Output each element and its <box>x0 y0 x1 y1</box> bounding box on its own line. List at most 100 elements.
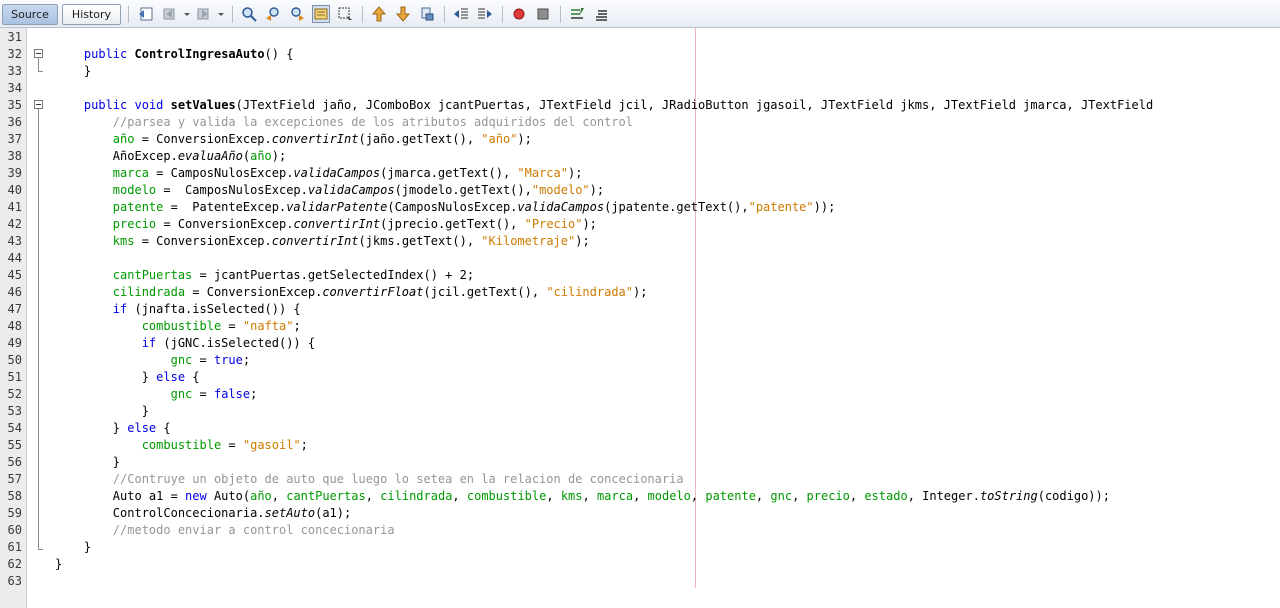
tab-source[interactable]: Source <box>2 4 58 25</box>
line-number: 42 <box>7 217 22 231</box>
code-token: ); <box>271 149 287 163</box>
find-next-icon[interactable] <box>289 6 305 22</box>
code-token: patente <box>705 489 756 503</box>
code-line[interactable]: 40 modelo = CamposNulosExcep.validaCampo… <box>0 182 1280 199</box>
code-line[interactable]: 48 combustible = "nafta"; <box>0 318 1280 335</box>
code-line[interactable]: 39 marca = CamposNulosExcep.validaCampos… <box>0 165 1280 182</box>
code-token: //Contruye un objeto de auto que luego l… <box>112 472 684 486</box>
code-line[interactable]: 33 } <box>0 63 1280 80</box>
code-token: ControlConcecionaria. <box>55 506 265 520</box>
code-text: precio = ConversionExcep.convertirInt(jp… <box>55 216 597 233</box>
find-selection-icon[interactable] <box>241 6 257 22</box>
code-line[interactable]: 62} <box>0 556 1280 573</box>
code-token: } <box>55 455 121 469</box>
find-previous-icon[interactable] <box>265 6 281 22</box>
line-number: 34 <box>7 81 22 95</box>
code-line[interactable]: 47 if (jnafta.isSelected()) { <box>0 301 1280 318</box>
code-token: convertirFloat <box>322 285 424 299</box>
code-token: public <box>83 47 128 61</box>
code-token: combustible <box>141 438 222 452</box>
back-dropdown-icon[interactable] <box>179 6 190 22</box>
code-line[interactable]: 46 cilindrada = ConversionExcep.converti… <box>0 284 1280 301</box>
code-token: Auto( <box>206 489 251 503</box>
code-line[interactable]: 41 patente = PatenteExcep.validarPatente… <box>0 199 1280 216</box>
code-token: ); <box>567 166 583 180</box>
previous-bookmark-icon[interactable] <box>371 6 387 22</box>
code-token: , <box>633 489 648 503</box>
code-line[interactable]: 42 precio = ConversionExcep.convertirInt… <box>0 216 1280 233</box>
last-edit-icon[interactable] <box>138 6 154 22</box>
line-number: 44 <box>7 251 22 265</box>
code-token: "cilindrada" <box>546 285 634 299</box>
shift-left-icon[interactable] <box>453 6 469 22</box>
toggle-bookmark-icon[interactable] <box>419 6 435 22</box>
code-line[interactable]: 32 public ControlIngresaAuto() { <box>0 46 1280 63</box>
code-line[interactable]: 51 } else { <box>0 369 1280 386</box>
code-token: } <box>55 370 157 384</box>
code-line[interactable]: 53 } <box>0 403 1280 420</box>
code-token: "modelo" <box>531 183 590 197</box>
forward-dropdown-icon[interactable] <box>213 6 224 22</box>
code-line[interactable]: 60 //metodo enviar a control concecionar… <box>0 522 1280 539</box>
start-macro-icon[interactable] <box>511 6 527 22</box>
code-token: convertirInt <box>271 132 359 146</box>
code-token: else <box>127 421 157 435</box>
code-token: if <box>141 336 157 350</box>
code-line[interactable]: 36 //parsea y valida la excepciones de l… <box>0 114 1280 131</box>
code-line[interactable]: 45 cantPuertas = jcantPuertas.getSelecte… <box>0 267 1280 284</box>
code-text: combustible = "nafta"; <box>55 318 301 335</box>
code-text: gnc = true; <box>55 352 251 369</box>
code-token: ; <box>242 353 251 367</box>
code-line[interactable]: 61 } <box>0 539 1280 556</box>
code-line[interactable]: 56 } <box>0 454 1280 471</box>
code-token: (jkms.getText(), <box>358 234 482 248</box>
code-token: } <box>55 557 63 571</box>
code-line[interactable]: 31 <box>0 29 1280 46</box>
code-token: modelo <box>112 183 157 197</box>
code-token: modelo <box>647 489 691 503</box>
code-line[interactable]: 54 } else { <box>0 420 1280 437</box>
code-line[interactable]: 38 AñoExcep.evaluaAño(año); <box>0 148 1280 165</box>
code-token: (jcil.getText(), <box>423 285 547 299</box>
comment-icon[interactable] <box>569 6 585 22</box>
code-token: public <box>83 98 128 112</box>
code-line[interactable]: 58 Auto a1 = new Auto(año, cantPuertas, … <box>0 488 1280 505</box>
code-line[interactable]: 37 año = ConversionExcep.convertirInt(ja… <box>0 131 1280 148</box>
code-line[interactable]: 44 <box>0 250 1280 267</box>
code-text: } else { <box>55 420 171 437</box>
code-token: = PatenteExcep. <box>163 200 287 214</box>
code-token: ); <box>517 132 532 146</box>
code-token: patente <box>112 200 164 214</box>
code-line[interactable]: 43 kms = ConversionExcep.convertirInt(jk… <box>0 233 1280 250</box>
code-line[interactable]: 49 if (jGNC.isSelected()) { <box>0 335 1280 352</box>
shift-right-icon[interactable] <box>477 6 493 22</box>
code-line[interactable]: 57 //Contruye un objeto de auto que lueg… <box>0 471 1280 488</box>
code-line[interactable]: 52 gnc = false; <box>0 386 1280 403</box>
code-token: gnc <box>170 387 193 401</box>
tab-history[interactable]: History <box>62 4 121 25</box>
back-icon[interactable] <box>162 6 178 22</box>
uncomment-icon[interactable] <box>593 6 609 22</box>
forward-icon[interactable] <box>196 6 212 22</box>
code-line[interactable]: 55 combustible = "gasoil"; <box>0 437 1280 454</box>
code-line[interactable]: 35 public void setValues(JTextField jaño… <box>0 97 1280 114</box>
toolbar-separator <box>362 6 363 23</box>
code-line[interactable]: 50 gnc = true; <box>0 352 1280 369</box>
stop-macro-icon[interactable] <box>535 6 551 22</box>
code-line[interactable]: 63 <box>0 573 1280 590</box>
code-line[interactable]: 59 ControlConcecionaria.setAuto(a1); <box>0 505 1280 522</box>
toggle-rect-selection-icon[interactable] <box>337 6 353 22</box>
next-bookmark-icon[interactable] <box>395 6 411 22</box>
code-token: = <box>221 438 243 452</box>
code-line[interactable]: 34 <box>0 80 1280 97</box>
code-editor[interactable]: 31 32 public ControlIngresaAuto() {33 } 34… <box>0 28 1280 608</box>
code-text: AñoExcep.evaluaAño(año); <box>55 148 286 165</box>
toggle-highlight-icon[interactable] <box>312 5 330 23</box>
code-token: (CamposNulosExcep. <box>387 200 518 214</box>
